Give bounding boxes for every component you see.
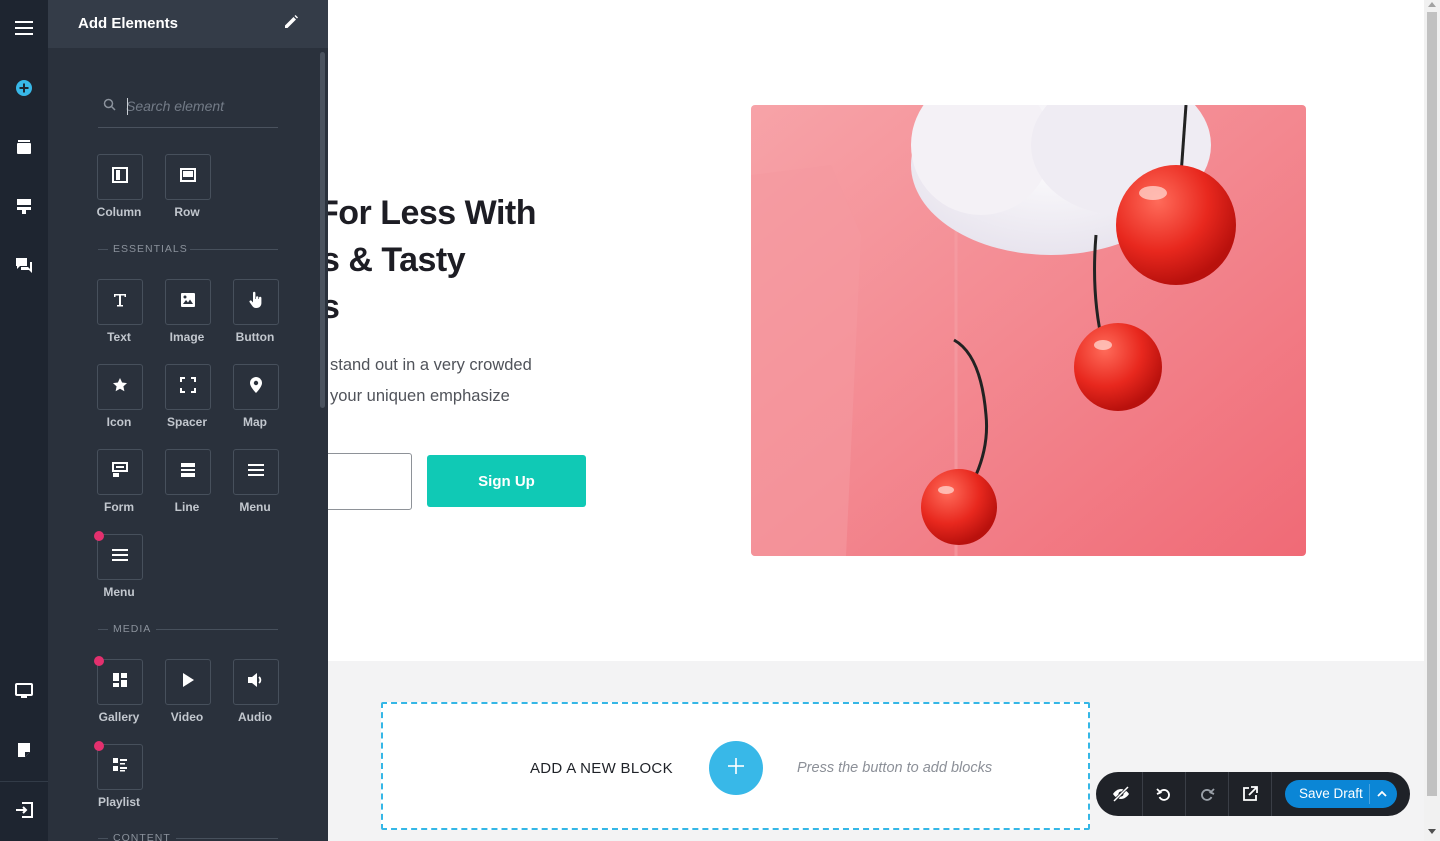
element-label: Playlist (97, 795, 141, 809)
new-badge-dot (94, 656, 104, 666)
rail-divider (0, 781, 48, 782)
spacer-icon (180, 376, 196, 398)
hero-subtitle-line: your uniquen emphasize (330, 387, 510, 405)
element-tile-gallery[interactable] (97, 659, 143, 705)
map-pin-icon (249, 376, 263, 399)
line-icon (180, 462, 196, 483)
panel-scrollbar[interactable] (320, 52, 325, 408)
element-label: Map (243, 415, 267, 429)
layers-icon[interactable] (0, 127, 48, 167)
element-tile-icon[interactable] (97, 364, 143, 410)
hero-title-line: s & Tasty (328, 241, 466, 279)
search-icon (103, 98, 117, 117)
text-icon (112, 292, 128, 313)
save-draft-button[interactable]: Save Draft (1285, 780, 1397, 808)
playlist-icon (112, 757, 128, 778)
redo-icon[interactable] (1186, 772, 1228, 816)
email-input[interactable] (328, 453, 412, 510)
element-label: Audio (238, 710, 272, 724)
plus-icon (726, 756, 746, 781)
row-icon (180, 167, 196, 187)
panel-title: Add Elements (78, 15, 179, 32)
form-icon (112, 461, 128, 483)
panel-header: Add Elements (48, 0, 328, 48)
element-tile-column[interactable] (97, 154, 143, 200)
element-tile-audio[interactable] (233, 659, 279, 705)
section-content: CONTENT (98, 832, 278, 841)
scroll-up-arrow-icon[interactable] (1428, 2, 1436, 7)
hero-title[interactable]: For Less With s & Tasty s (328, 190, 714, 331)
hero-title-line: s (328, 288, 340, 326)
page-settings-icon[interactable] (0, 730, 48, 770)
sections-icon[interactable] (0, 186, 48, 226)
pointer-hand-icon (248, 291, 264, 314)
section-essentials: ESSENTIALS (98, 243, 278, 257)
element-tile-text[interactable] (97, 279, 143, 325)
element-label: Button (235, 330, 275, 344)
element-tile-playlist[interactable] (97, 744, 143, 790)
search-element-field[interactable] (98, 88, 278, 128)
hamburger-menu-icon[interactable] (0, 8, 48, 48)
element-tile-button[interactable] (233, 279, 279, 325)
comments-icon[interactable] (0, 245, 48, 285)
hero-title-line: For Less With (328, 194, 537, 232)
editor-toolbar: Save Draft (1096, 772, 1410, 816)
save-draft-label: Save Draft (1299, 786, 1363, 801)
image-icon (180, 292, 196, 313)
section-label: ESSENTIALS (113, 243, 188, 255)
text-caret (127, 98, 128, 115)
scroll-down-arrow-icon[interactable] (1428, 829, 1436, 834)
star-icon (112, 377, 128, 398)
hero-image-cherries[interactable] (751, 105, 1306, 556)
new-badge-dot (94, 741, 104, 751)
section-label: CONTENT (113, 832, 171, 841)
open-external-icon[interactable] (1229, 772, 1271, 816)
element-tile-menu[interactable] (233, 449, 279, 495)
page-scrollbar[interactable] (1424, 0, 1440, 841)
element-tile-image[interactable] (165, 279, 211, 325)
element-label: Row (174, 205, 200, 219)
hero-subtitle[interactable]: stand out in a very crowded your uniquen… (330, 350, 630, 412)
element-label: Menu (239, 500, 271, 514)
chevron-up-icon[interactable] (1375, 787, 1389, 801)
play-icon (181, 672, 195, 693)
element-tile-spacer[interactable] (165, 364, 211, 410)
element-tile-row[interactable] (165, 154, 211, 200)
element-tile-map[interactable] (233, 364, 279, 410)
add-new-block-label: ADD A NEW BLOCK (530, 760, 673, 777)
section-media: MEDIA (98, 623, 278, 637)
column-icon (112, 166, 128, 188)
section-label: MEDIA (113, 623, 152, 635)
add-elements-panel: Add Elements Column Row ESSENTIALS Text … (48, 0, 328, 841)
element-tile-video[interactable] (165, 659, 211, 705)
menu-icon (112, 548, 128, 567)
pencil-icon[interactable] (283, 14, 299, 30)
search-input[interactable] (126, 96, 276, 116)
element-tile-form[interactable] (97, 449, 143, 495)
add-element-icon[interactable] (0, 68, 48, 108)
add-new-block-dropzone[interactable]: ADD A NEW BLOCK Press the button to add … (381, 702, 1090, 830)
hero-subtitle-line: stand out in a very crowded (330, 356, 532, 374)
menu-icon (248, 463, 264, 482)
undo-icon[interactable] (1143, 772, 1185, 816)
new-badge-dot (94, 531, 104, 541)
element-tile-menu-new[interactable] (97, 534, 143, 580)
add-block-hint: Press the button to add blocks (797, 760, 993, 776)
sign-up-button[interactable]: Sign Up (427, 455, 586, 507)
add-block-button[interactable] (709, 741, 763, 795)
element-label: Menu (103, 585, 135, 599)
speaker-icon (247, 672, 265, 693)
scrollbar-thumb[interactable] (1427, 12, 1437, 796)
desktop-preview-icon[interactable] (0, 671, 48, 711)
gallery-icon (112, 672, 128, 693)
hide-preview-icon[interactable] (1100, 772, 1142, 816)
exit-editor-icon[interactable] (0, 790, 48, 830)
element-tile-line[interactable] (165, 449, 211, 495)
page-canvas: For Less With s & Tasty s stand out in a… (328, 0, 1424, 841)
left-icon-rail (0, 0, 48, 841)
